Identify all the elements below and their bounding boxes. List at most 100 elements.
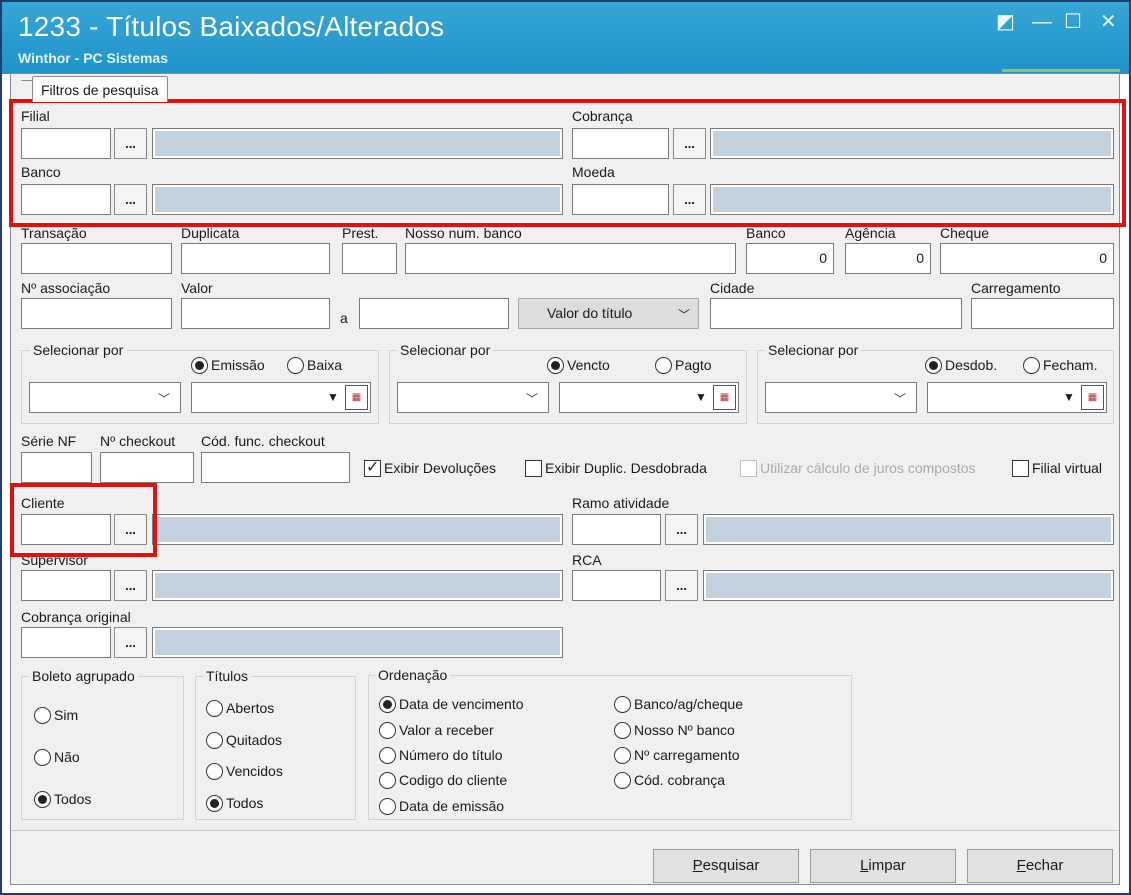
valor-tipo-dropdown[interactable]: Valor do título ﹀ [518, 298, 699, 329]
supervisor-lookup-button[interactable]: ... [114, 570, 147, 601]
calendar-icon[interactable]: ▦ [713, 385, 736, 410]
banco2-input[interactable]: 0 [746, 243, 834, 274]
maximize-icon[interactable]: ☐ [1064, 12, 1082, 32]
radio-ord-n-carregamento[interactable]: Nº carregamento [614, 745, 740, 765]
agencia-input[interactable]: 0 [845, 243, 931, 274]
valor-from-input[interactable] [181, 298, 330, 329]
close-icon[interactable]: ✕ [1100, 12, 1117, 32]
n-checkout-input[interactable] [100, 452, 194, 483]
date-combo-2[interactable]: ▼ ▦ [559, 382, 739, 413]
radio-pagto[interactable]: Pagto [655, 355, 712, 375]
cobranca-input[interactable] [572, 128, 669, 159]
filial-virtual-checkbox[interactable]: Filial virtual [1012, 458, 1102, 478]
radio-ord-valor-receber[interactable]: Valor a receber [379, 720, 494, 740]
radio-titulos-abertos[interactable]: Abertos [206, 698, 274, 718]
prest-input[interactable] [342, 243, 397, 274]
dropdown-arrow-icon[interactable]: ▼ [322, 384, 344, 411]
tab-filtros-de-pesquisa[interactable]: Filtros de pesquisa [32, 76, 168, 102]
cheque-input[interactable]: 0 [940, 243, 1114, 274]
serie-nf-input[interactable] [21, 452, 92, 483]
radio-titulos-vencidos[interactable]: Vencidos [206, 761, 283, 781]
radio-ord-data-vencimento[interactable]: Data de vencimento [379, 694, 524, 714]
supervisor-label: Supervisor [21, 552, 88, 568]
chevron-down-icon: ﹀ [525, 392, 538, 406]
exibir-devolucoes-checkbox[interactable]: Exibir Devoluções [364, 458, 496, 478]
fechar-button[interactable]: Fechar [967, 849, 1113, 883]
nosso-num-input[interactable] [405, 243, 736, 274]
cidade-input[interactable] [710, 298, 962, 329]
radio-titulos-todos[interactable]: Todos [206, 793, 263, 813]
moeda-input[interactable] [572, 184, 669, 215]
radio-ord-numero-titulo[interactable]: Número do título [379, 745, 503, 765]
chevron-down-icon: ﹀ [893, 392, 906, 406]
calendar-icon[interactable]: ▦ [345, 385, 368, 410]
duplicata-input[interactable] [181, 243, 330, 274]
cobranca-original-input[interactable] [21, 627, 111, 658]
restore-icon[interactable]: ◩ [996, 12, 1015, 32]
exibir-duplic-checkbox[interactable]: Exibir Duplic. Desdobrada [525, 458, 707, 478]
radio-ord-cod-cobranca[interactable]: Cód. cobrança [614, 770, 725, 790]
titulos-label: Títulos [203, 668, 252, 684]
radio-vencto[interactable]: Vencto [547, 355, 610, 375]
date-combo-1[interactable]: ▼ ▦ [191, 382, 371, 413]
cobranca-original-lookup-button[interactable]: ... [114, 627, 147, 658]
valor-to-input[interactable] [359, 298, 509, 329]
radio-fecham[interactable]: Fecham. [1023, 355, 1097, 375]
n-associacao-input[interactable] [21, 298, 172, 329]
agencia-label: Agência [845, 225, 896, 241]
bottom-divider [11, 830, 1119, 831]
dropdown-arrow-icon[interactable]: ▼ [1058, 384, 1080, 411]
radio-icon [379, 722, 396, 739]
banco-lookup-button[interactable]: ... [114, 184, 147, 215]
cliente-input[interactable] [21, 514, 111, 545]
banco-input[interactable] [21, 184, 111, 215]
radio-titulos-quitados[interactable]: Quitados [206, 730, 282, 750]
date-combo-3[interactable]: ▼ ▦ [927, 382, 1107, 413]
rca-description [703, 570, 1114, 601]
radio-baixa[interactable]: Baixa [287, 355, 342, 375]
cobranca-original-label: Cobrança original [21, 609, 131, 625]
radio-ord-nosso-n-banco[interactable]: Nosso Nº banco [614, 720, 735, 740]
radio-desdob[interactable]: Desdob. [925, 355, 997, 375]
pesquisar-button[interactable]: Pesquisar [653, 849, 799, 883]
supervisor-input[interactable] [21, 570, 111, 601]
calendar-icon[interactable]: ▦ [1081, 385, 1104, 410]
radio-ord-codigo-cliente[interactable]: Codigo do cliente [379, 770, 507, 790]
radio-boleto-todos[interactable]: Todos [34, 789, 91, 809]
selecionar-por-select-2[interactable]: ﹀ [397, 382, 549, 413]
cobranca-description [710, 128, 1114, 159]
supervisor-description [152, 570, 563, 601]
cobranca-lookup-button[interactable]: ... [673, 128, 706, 159]
selecionar-por-select-1[interactable]: ﹀ [29, 382, 181, 413]
radio-selected-icon [206, 795, 223, 812]
minimize-icon[interactable]: — [1032, 12, 1052, 32]
transacao-input[interactable] [21, 243, 172, 274]
radio-ord-banco-ag-cheque[interactable]: Banco/ag/cheque [614, 694, 743, 714]
valor-label: Valor [181, 280, 213, 296]
rca-lookup-button[interactable]: ... [665, 570, 698, 601]
moeda-lookup-button[interactable]: ... [673, 184, 706, 215]
radio-boleto-nao[interactable]: Não [34, 747, 80, 767]
banco-label: Banco [21, 164, 61, 180]
duplicata-label: Duplicata [181, 225, 240, 241]
rca-input[interactable] [572, 570, 661, 601]
radio-boleto-sim[interactable]: Sim [34, 705, 78, 725]
radio-emissao[interactable]: Emissão [191, 355, 265, 375]
ramo-atividade-input[interactable] [572, 514, 661, 545]
limpar-button[interactable]: Limpar [810, 849, 956, 883]
filial-input[interactable] [21, 128, 111, 159]
radio-selected-icon [191, 357, 208, 374]
dropdown-arrow-icon[interactable]: ▼ [690, 384, 712, 411]
radio-icon [206, 732, 223, 749]
selecionar-por-select-3[interactable]: ﹀ [765, 382, 917, 413]
cliente-lookup-button[interactable]: ... [114, 514, 147, 545]
cobranca-label: Cobrança [572, 108, 633, 124]
cod-func-input[interactable] [201, 452, 350, 483]
carregamento-input[interactable] [971, 298, 1114, 329]
radio-ord-data-emissao[interactable]: Data de emissão [379, 796, 504, 816]
radio-selected-icon [925, 357, 942, 374]
ramo-atividade-lookup-button[interactable]: ... [665, 514, 698, 545]
filial-lookup-button[interactable]: ... [114, 128, 147, 159]
banco2-label: Banco [746, 225, 786, 241]
radio-icon [379, 772, 396, 789]
